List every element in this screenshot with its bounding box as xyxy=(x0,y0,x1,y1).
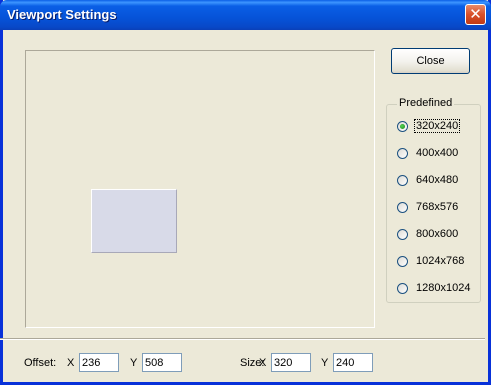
size-y-field[interactable] xyxy=(333,353,373,372)
size-y-label: Y xyxy=(321,357,329,369)
radio-320x240[interactable]: 320x240 xyxy=(397,118,461,134)
radio-label: 320x240 xyxy=(413,119,461,133)
bottom-divider xyxy=(0,338,485,340)
radio-640x480[interactable]: 640x480 xyxy=(397,172,459,188)
radio-label: 1280x1024 xyxy=(416,282,471,294)
offset-x-label: X xyxy=(67,357,75,369)
radio-1280x1024[interactable]: 1280x1024 xyxy=(397,280,471,296)
offset-y-label: Y xyxy=(130,357,138,369)
radio-label: 400x400 xyxy=(416,147,459,159)
radio-label: 1024x768 xyxy=(416,255,465,267)
offset-y-field[interactable] xyxy=(142,353,182,372)
radio-button-icon[interactable] xyxy=(397,255,408,267)
predefined-group: Predefined 320x240 400x400 640x480 768x5… xyxy=(386,97,481,303)
title-bar[interactable]: Viewport Settings ✕ xyxy=(0,0,491,30)
radio-button-icon[interactable] xyxy=(397,228,408,240)
predefined-legend: Predefined xyxy=(397,97,455,109)
radio-label: 800x600 xyxy=(416,228,459,240)
viewport-preview-area[interactable] xyxy=(25,50,375,328)
size-x-field[interactable] xyxy=(271,353,311,372)
window-title: Viewport Settings xyxy=(7,7,117,22)
radio-768x576[interactable]: 768x576 xyxy=(397,199,459,215)
radio-button-icon[interactable] xyxy=(397,174,408,186)
offset-label: Offset: xyxy=(24,357,57,369)
viewport-rectangle[interactable] xyxy=(91,189,177,253)
radio-button-icon[interactable] xyxy=(397,147,408,159)
radio-1024x768[interactable]: 1024x768 xyxy=(397,253,465,269)
radio-400x400[interactable]: 400x400 xyxy=(397,145,459,161)
offset-x-field[interactable] xyxy=(79,353,119,372)
radio-button-icon[interactable] xyxy=(397,201,408,213)
radio-800x600[interactable]: 800x600 xyxy=(397,226,459,242)
close-button[interactable]: Close xyxy=(391,48,470,74)
radio-button-icon[interactable] xyxy=(397,120,408,132)
radio-label: 768x576 xyxy=(416,201,459,213)
radio-label: 640x480 xyxy=(416,174,459,186)
close-icon[interactable]: ✕ xyxy=(465,4,486,25)
size-x-label: X xyxy=(259,357,267,369)
radio-button-icon[interactable] xyxy=(397,282,408,294)
